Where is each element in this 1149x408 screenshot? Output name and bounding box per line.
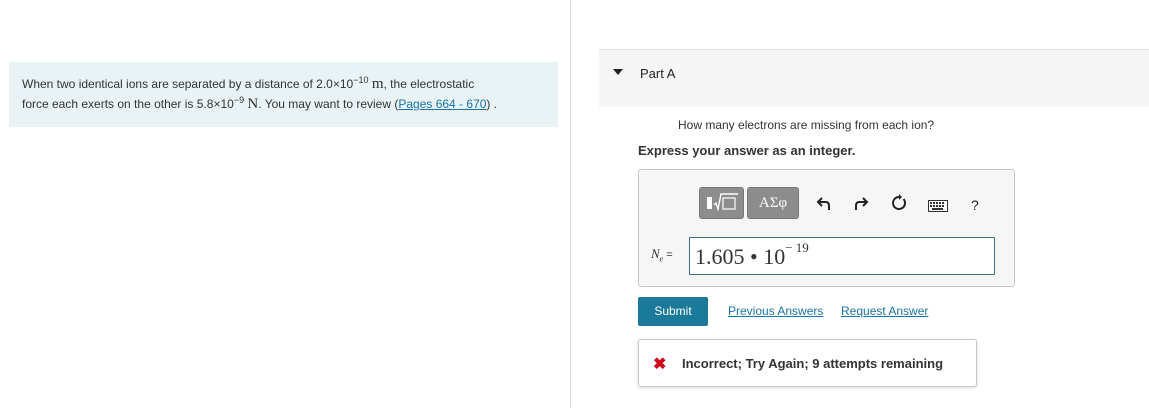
redo-icon[interactable]: [853, 194, 869, 212]
collapse-triangle-icon[interactable]: [613, 69, 623, 75]
answer-input[interactable]: 1.605 • 10− 19: [689, 237, 995, 275]
problem-text: , the electrostatic: [383, 77, 475, 91]
review-pages-link[interactable]: Pages 664 - 670: [398, 97, 486, 111]
reset-icon[interactable]: [891, 194, 907, 212]
keyboard-icon[interactable]: [928, 200, 948, 212]
problem-text: . You may want to review (: [258, 97, 399, 111]
answer-editor: ΑΣφ ? Ne = 1.605 • 10− 19: [638, 169, 1015, 287]
request-answer-link[interactable]: Request Answer: [841, 304, 928, 318]
greek-symbols-button[interactable]: ΑΣφ: [747, 187, 799, 219]
feedback-message: Incorrect; Try Again; 9 attempts remaini…: [682, 356, 944, 371]
template-icon: [707, 193, 738, 212]
feedback-box: ✖ Incorrect; Try Again; 9 attempts remai…: [638, 339, 977, 387]
template-button[interactable]: [699, 187, 744, 219]
problem-text: force each exerts on the other is 5.8×10: [22, 97, 234, 111]
previous-answers-link[interactable]: Previous Answers: [728, 304, 823, 318]
submit-button[interactable]: Submit: [638, 297, 708, 326]
part-a-header[interactable]: Part A: [599, 49, 1149, 107]
problem-text: ) .: [486, 97, 498, 111]
undo-icon[interactable]: [816, 194, 832, 212]
problem-line-2: force each exerts on the other is 5.8×10…: [22, 94, 546, 114]
problem-statement: When two identical ions are separated by…: [9, 62, 558, 127]
force-unit: N: [247, 96, 259, 112]
answer-symbol: N: [651, 246, 660, 261]
answer-equals: =: [663, 249, 673, 261]
problem-text: When two identical ions are separated by…: [22, 77, 354, 91]
question-text: How many electrons are missing from each…: [678, 118, 935, 132]
answer-exponent: − 19: [785, 239, 809, 255]
pane-divider: [570, 0, 571, 408]
answer-mantissa: 1.605 • 10: [695, 244, 786, 269]
problem-line-1: When two identical ions are separated by…: [22, 74, 546, 94]
incorrect-icon: ✖: [653, 356, 667, 373]
answer-instruction: Express your answer as an integer.: [638, 143, 856, 158]
help-icon[interactable]: ?: [971, 197, 979, 213]
answer-label: Ne =: [651, 246, 673, 264]
distance-exponent: −10: [353, 75, 369, 85]
distance-unit: m: [371, 76, 384, 92]
part-label: Part A: [640, 66, 676, 81]
force-exponent: −9: [233, 95, 245, 105]
